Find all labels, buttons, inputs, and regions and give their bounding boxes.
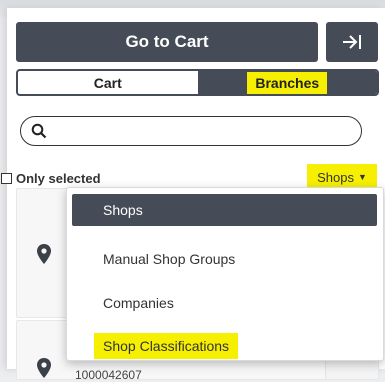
dropdown-option-shop-classifications[interactable]: Shop Classifications: [67, 327, 383, 365]
shops-dropdown-menu: Shops Manual Shop Groups Companies Shop …: [66, 187, 384, 361]
only-selected-checkbox[interactable]: Only selected: [1, 171, 101, 186]
tab-branches[interactable]: Branches: [197, 71, 377, 94]
location-pin-icon: [37, 244, 51, 264]
search-input[interactable]: [53, 118, 361, 144]
search-icon: [31, 123, 47, 139]
sidebar-exit-icon: [343, 35, 361, 49]
dropdown-option-companies[interactable]: Companies: [67, 284, 383, 322]
exit-sidebar-button[interactable]: [326, 22, 378, 62]
tab-branches-label: Branches: [247, 71, 328, 94]
option-label: Shop Classifications: [94, 333, 239, 359]
tab-cart-label: Cart: [93, 74, 122, 91]
option-label: Shops: [103, 202, 143, 218]
checkbox-box[interactable]: [1, 173, 12, 184]
search-box: [20, 116, 362, 146]
option-label: Manual Shop Groups: [103, 251, 236, 267]
caret-down-icon: ▼: [357, 172, 367, 182]
cart-branches-tabs: Cart Branches: [16, 69, 379, 96]
branch-id: 1000042607: [75, 368, 142, 382]
go-to-cart-button[interactable]: Go to Cart: [16, 22, 318, 62]
dropdown-option-manual-shop-groups[interactable]: Manual Shop Groups: [67, 240, 383, 278]
only-selected-label: Only selected: [16, 171, 101, 186]
dropdown-option-shops[interactable]: Shops: [72, 194, 377, 226]
shops-dropdown-label: Shops: [317, 169, 354, 185]
option-label: Companies: [103, 295, 174, 311]
location-pin-icon: [37, 358, 51, 378]
tab-cart[interactable]: Cart: [18, 71, 198, 94]
cart-sidebar-panel: Go to Cart Cart Branches Only selected S…: [1, 8, 385, 382]
